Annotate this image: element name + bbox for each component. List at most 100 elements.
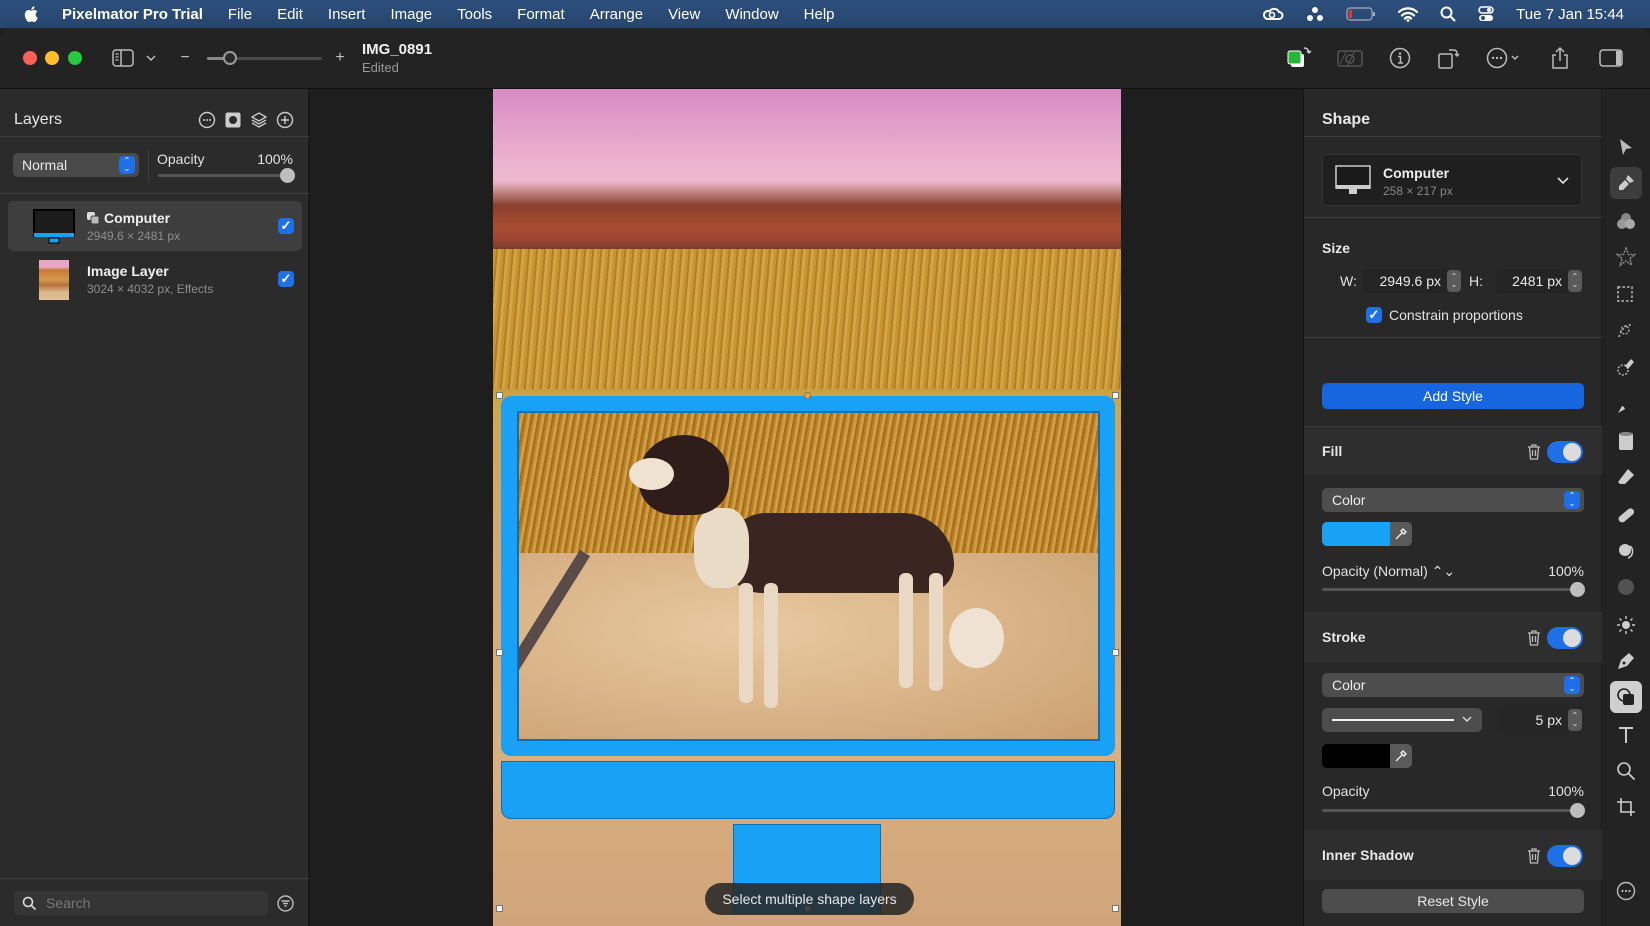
resize-handle[interactable] <box>496 905 503 912</box>
inner-shadow-toggle[interactable] <box>1547 845 1583 867</box>
layer-opacity-knob[interactable] <box>280 168 295 183</box>
stroke-color-swatch[interactable] <box>1322 744 1390 768</box>
more-tools-icon[interactable] <box>1610 875 1642 907</box>
fill-toggle[interactable] <box>1547 441 1583 463</box>
zoom-tool-icon[interactable] <box>1610 755 1642 787</box>
rotate-icon[interactable] <box>1436 46 1462 70</box>
menu-arrange[interactable]: Arrange <box>590 6 643 23</box>
layer-options-icon[interactable] <box>197 110 217 130</box>
zoom-in-button[interactable]: + <box>333 46 347 70</box>
pen-tool-icon[interactable] <box>1610 645 1642 677</box>
shape-tool-icon[interactable] <box>1610 681 1642 713</box>
stroke-width-stepper[interactable]: ⌃ ⌄ <box>1568 709 1582 731</box>
quick-selection-tool-icon[interactable] <box>1610 351 1642 383</box>
blend-mode-stepper-icon[interactable]: ⌃ ⌄ <box>119 156 135 174</box>
layer-row-computer[interactable]: Computer 2949.6 × 2481 px ✓ <box>8 201 302 251</box>
resize-handle[interactable] <box>496 392 503 399</box>
effects-tool-icon[interactable] <box>1610 241 1642 273</box>
add-style-button[interactable]: Add Style <box>1322 383 1584 409</box>
arrange-tool-icon[interactable] <box>1610 131 1642 163</box>
more-options-icon[interactable] <box>1486 46 1522 70</box>
arrange-colors-icon[interactable] <box>1286 46 1312 70</box>
menu-help[interactable]: Help <box>804 6 835 23</box>
fill-tool-icon[interactable] <box>1610 425 1642 457</box>
clone-tool-icon[interactable] <box>1610 535 1642 567</box>
sidebar-toggle-icon[interactable] <box>110 46 136 70</box>
stroke-eyedropper-icon[interactable] <box>1390 744 1412 768</box>
erase-tool-icon[interactable] <box>1610 461 1642 493</box>
stroke-type-select[interactable]: Color <box>1322 673 1584 697</box>
resize-handle[interactable] <box>804 392 811 399</box>
resize-handle[interactable] <box>1112 905 1119 912</box>
width-stepper[interactable]: ⌃ ⌄ <box>1447 270 1461 292</box>
fill-opacity-slider[interactable] <box>1322 582 1585 597</box>
stroke-style-select[interactable] <box>1322 708 1482 732</box>
fill-opacity-knob[interactable] <box>1570 582 1585 597</box>
fill-type-select[interactable]: Color <box>1322 488 1584 512</box>
style-tool-icon[interactable] <box>1610 167 1642 199</box>
selection-tool-icon[interactable] <box>1610 279 1642 311</box>
layer-search-input[interactable]: Search <box>14 891 268 915</box>
menu-clock[interactable]: Tue 7 Jan 15:44 <box>1516 6 1624 23</box>
creative-cloud-icon[interactable] <box>1262 5 1284 23</box>
image-canvas[interactable]: Select multiple shape layers <box>493 89 1121 926</box>
menu-image[interactable]: Image <box>390 6 432 23</box>
layer-visibility-checkbox[interactable]: ✓ <box>278 218 294 234</box>
zoom-window-button[interactable] <box>68 51 82 65</box>
sidebar-options-chevron-icon[interactable] <box>143 46 159 70</box>
computer-base-shape[interactable] <box>501 761 1115 819</box>
control-center-icon[interactable] <box>1478 6 1494 22</box>
magic-selection-tool-icon[interactable] <box>1610 315 1642 347</box>
minimize-window-button[interactable] <box>45 51 59 65</box>
add-mask-icon[interactable] <box>223 110 243 130</box>
dots-cluster-icon[interactable] <box>1306 6 1324 22</box>
apple-menu-icon[interactable] <box>22 4 42 24</box>
canvas-area[interactable]: Select multiple shape layers <box>310 89 1303 926</box>
stroke-width-input[interactable]: 5 px <box>1497 708 1568 732</box>
paint-tool-icon[interactable] <box>1610 389 1642 421</box>
layer-opacity-slider[interactable] <box>158 168 295 183</box>
stroke-opacity-slider[interactable] <box>1322 803 1585 818</box>
menu-edit[interactable]: Edit <box>277 6 303 23</box>
spotlight-search-icon[interactable] <box>1440 6 1456 22</box>
zoom-slider[interactable] <box>207 51 322 65</box>
resize-handle[interactable] <box>1112 649 1119 656</box>
resize-handle[interactable] <box>496 649 503 656</box>
zoom-slider-knob[interactable] <box>223 51 237 65</box>
height-stepper[interactable]: ⌃ ⌄ <box>1568 270 1582 292</box>
repair-tool-icon[interactable] <box>1610 499 1642 531</box>
menu-insert[interactable]: Insert <box>328 6 366 23</box>
add-layer-icon[interactable] <box>275 110 295 130</box>
menu-view[interactable]: View <box>668 6 700 23</box>
close-window-button[interactable] <box>23 51 37 65</box>
fill-opacity-label[interactable]: Opacity (Normal) ⌃⌄ <box>1322 563 1455 580</box>
fill-eyedropper-icon[interactable] <box>1390 522 1412 546</box>
fill-delete-icon[interactable] <box>1527 444 1541 460</box>
type-tool-icon[interactable] <box>1610 719 1642 751</box>
menu-window[interactable]: Window <box>725 6 778 23</box>
menu-app-name[interactable]: Pixelmator Pro Trial <box>62 6 203 23</box>
inner-shadow-delete-icon[interactable] <box>1527 848 1541 864</box>
stroke-opacity-knob[interactable] <box>1570 803 1585 818</box>
fill-color-swatch[interactable] <box>1322 522 1390 546</box>
layer-visibility-checkbox[interactable]: ✓ <box>278 271 294 287</box>
layer-row-image[interactable]: Image Layer 3024 × 4032 px, Effects ✓ <box>8 254 302 304</box>
zoom-out-button[interactable]: − <box>178 46 192 70</box>
crop-tool-icon[interactable] <box>1610 791 1642 823</box>
menu-format[interactable]: Format <box>517 6 565 23</box>
layer-stack-icon[interactable] <box>249 110 269 130</box>
constrain-proportions-checkbox[interactable]: ✓ <box>1366 307 1382 323</box>
info-icon[interactable] <box>1387 46 1413 70</box>
reset-style-button[interactable]: Reset Style <box>1322 889 1584 913</box>
inspector-toggle-icon[interactable] <box>1598 46 1624 70</box>
light-tool-icon[interactable] <box>1610 609 1642 641</box>
menu-file[interactable]: File <box>228 6 252 23</box>
shape-preset-select[interactable]: Computer 258 × 217 px <box>1322 154 1582 206</box>
height-input[interactable]: 2481 px <box>1496 269 1568 293</box>
battery-icon[interactable] <box>1346 7 1376 21</box>
filter-icon[interactable] <box>277 895 294 912</box>
photo-mask-icon[interactable] <box>1337 46 1363 70</box>
stroke-delete-icon[interactable] <box>1527 630 1541 646</box>
stroke-toggle[interactable] <box>1547 627 1583 649</box>
share-icon[interactable] <box>1547 46 1573 70</box>
